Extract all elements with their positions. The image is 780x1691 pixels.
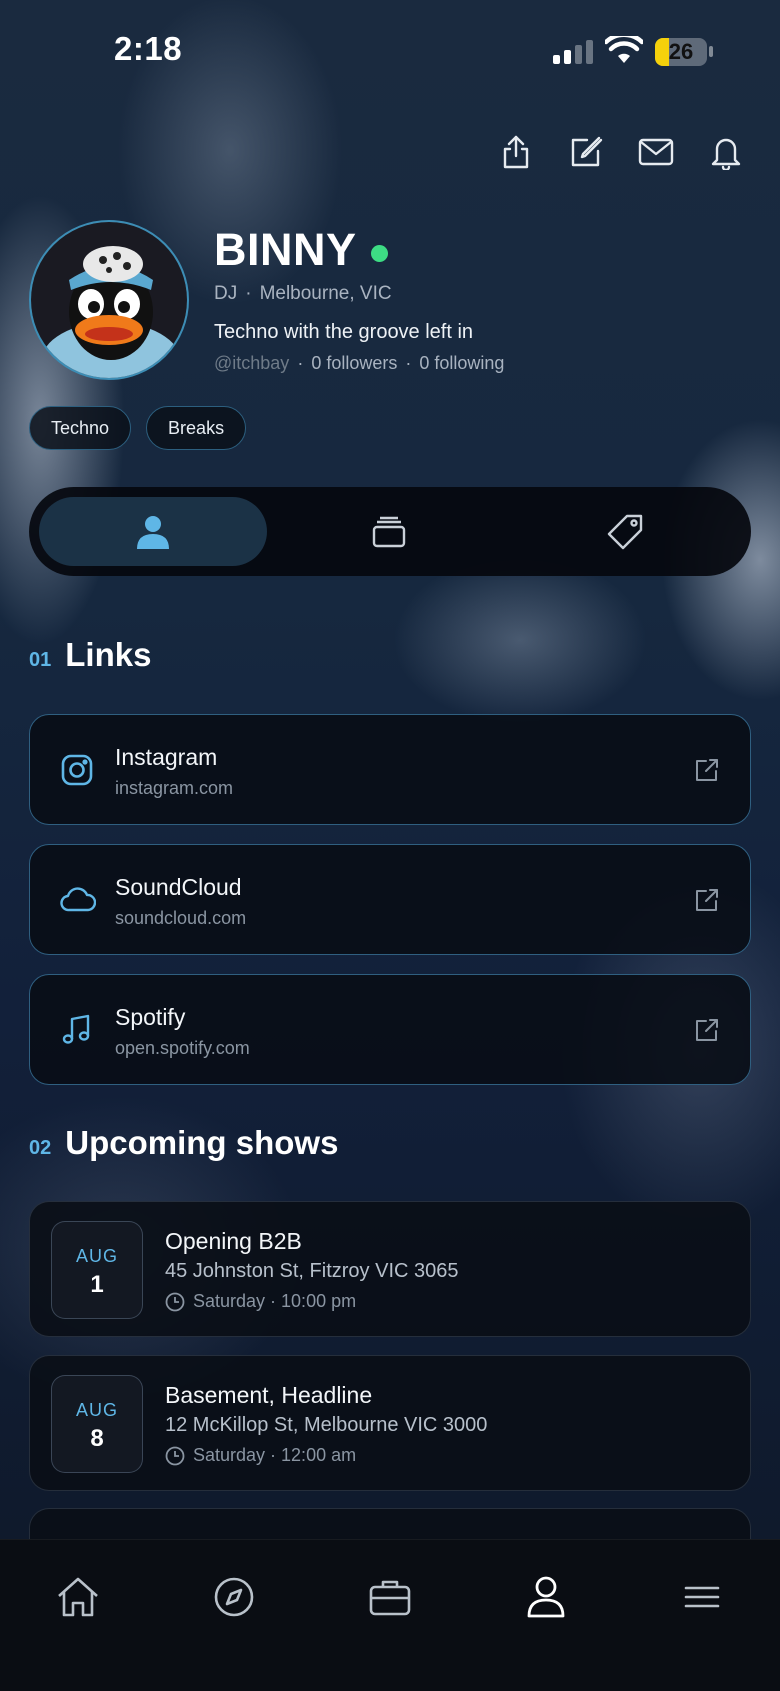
- link-name: Spotify: [115, 1004, 186, 1030]
- show-date: AUG 8: [51, 1375, 143, 1473]
- wifi-icon: [603, 32, 645, 69]
- mail-icon[interactable]: [636, 132, 676, 172]
- link-url: open.spotify.com: [115, 1038, 250, 1058]
- cellular-signal-icon: [553, 40, 593, 64]
- link-card-spotify[interactable]: Spotify open.spotify.com: [29, 974, 751, 1085]
- show-time: Saturday · 10:00 pm: [193, 1291, 357, 1311]
- show-card[interactable]: AUG 1 Opening B2B 45 Johnston St, Fitzro…: [29, 1201, 751, 1337]
- external-link-icon: [694, 1017, 720, 1043]
- external-link-icon: [694, 887, 720, 913]
- profile-name: BINNY: [214, 224, 357, 275]
- link-card-soundcloud[interactable]: SoundCloud soundcloud.com: [29, 844, 751, 955]
- profile-nav-icon[interactable]: [522, 1573, 570, 1621]
- cloud-icon: [60, 883, 97, 917]
- following-count[interactable]: 0 following: [419, 353, 504, 374]
- instagram-icon: [60, 753, 94, 787]
- section-number: 02: [29, 1137, 52, 1159]
- profile-location: Melbourne, VIC: [259, 283, 392, 304]
- show-month: AUG: [75, 1246, 118, 1266]
- edit-icon[interactable]: [566, 132, 606, 172]
- show-time: Saturday · 12:00 am: [193, 1445, 357, 1465]
- shows-section-header: 02 Upcoming shows: [29, 1124, 338, 1162]
- menu-icon[interactable]: [678, 1573, 726, 1621]
- link-url: instagram.com: [115, 778, 234, 798]
- show-month: AUG: [75, 1400, 118, 1420]
- profile-bio: Techno with the groove left in: [214, 321, 474, 343]
- profile-tab-bar: [29, 487, 751, 576]
- bottom-navigation: [0, 1539, 780, 1691]
- avatar[interactable]: [29, 220, 189, 380]
- link-name: SoundCloud: [115, 874, 242, 900]
- bell-icon[interactable]: [706, 132, 746, 172]
- show-title: Opening B2B: [165, 1228, 302, 1254]
- profile-handle: @itchbay: [214, 353, 290, 373]
- show-address: 45 Johnston St, Fitzroy VIC 3065: [165, 1260, 459, 1282]
- section-title: Links: [65, 636, 152, 673]
- clock-icon: [165, 1292, 185, 1311]
- show-day: 8: [90, 1425, 104, 1452]
- status-time: 2:18: [114, 30, 183, 67]
- music-note-icon: [60, 1013, 94, 1047]
- link-card-instagram[interactable]: Instagram instagram.com: [29, 714, 751, 825]
- briefcase-icon[interactable]: [366, 1573, 414, 1621]
- share-icon[interactable]: [496, 132, 536, 172]
- show-date: AUG 1: [51, 1221, 143, 1319]
- genre-tag[interactable]: Techno: [29, 406, 132, 450]
- genre-tags: Techno Breaks: [29, 406, 247, 450]
- link-url: soundcloud.com: [115, 908, 247, 928]
- section-title: Upcoming shows: [65, 1124, 339, 1161]
- link-name: Instagram: [115, 744, 218, 770]
- battery-level: 26: [668, 39, 694, 64]
- profile-role: DJ: [214, 283, 238, 304]
- show-address: 12 McKillop St, Melbourne VIC 3000: [165, 1414, 488, 1436]
- genre-tag[interactable]: Breaks: [146, 406, 247, 450]
- tag-icon[interactable]: [607, 514, 643, 550]
- show-title: Basement, Headline: [165, 1382, 373, 1408]
- stack-icon[interactable]: [371, 514, 407, 550]
- home-icon[interactable]: [54, 1573, 102, 1621]
- show-card[interactable]: AUG 8 Basement, Headline 12 McKillop St,…: [29, 1355, 751, 1491]
- followers-count[interactable]: 0 followers: [311, 353, 397, 374]
- clock-icon: [165, 1446, 185, 1465]
- external-link-icon: [694, 757, 720, 783]
- links-section-header: 01 Links: [29, 636, 151, 674]
- online-status-dot: [370, 244, 388, 262]
- section-number: 01: [29, 649, 52, 671]
- profile-actions: [496, 132, 746, 172]
- compass-icon[interactable]: [210, 1573, 258, 1621]
- person-icon[interactable]: [135, 514, 171, 550]
- show-day: 1: [90, 1271, 104, 1298]
- battery-icon: 26: [655, 38, 707, 66]
